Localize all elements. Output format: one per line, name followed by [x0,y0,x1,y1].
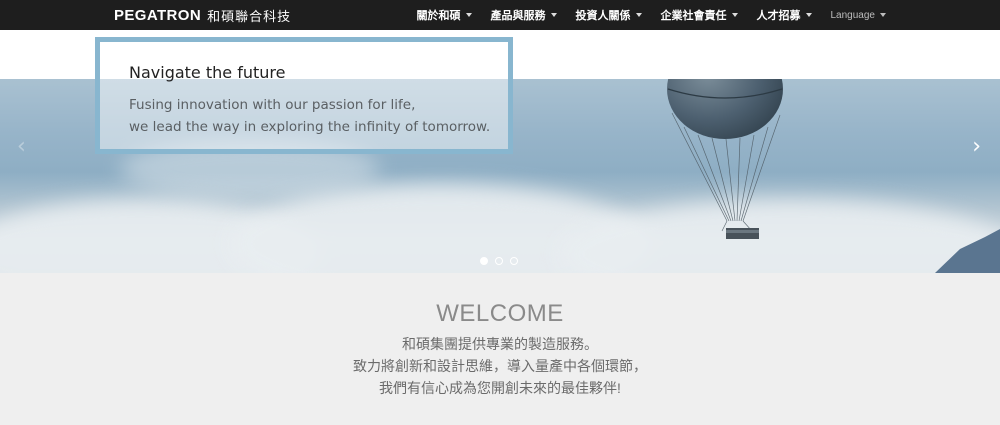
nav-item-careers[interactable]: 人才招募 [757,7,812,23]
language-dropdown[interactable]: Language [830,9,886,21]
nav-item-label: 產品與服務 [490,10,546,22]
nav-item-investors[interactable]: 投資人關係 [576,7,642,23]
caret-down-icon [465,13,472,17]
hero-title: Navigate the future [129,63,286,82]
hero-caption-box: Navigate the future Fusing innovation wi… [95,37,513,154]
carousel-dot-3[interactable] [510,257,518,265]
carousel-indicators [480,257,525,265]
carousel-prev-arrow[interactable]: ‹ [17,134,26,159]
caret-down-icon [635,13,642,17]
welcome-text-line-2: 致力將創新和設計思維，導入量產中各個環節， [353,358,647,374]
main-menu: 關於和碩 產品與服務 投資人關係 企業社會責任 人才招募 Language [398,0,886,30]
carousel-next-arrow[interactable]: › [972,134,981,159]
carousel-dot-2[interactable] [495,257,503,265]
caret-down-icon [880,13,886,17]
caret-down-icon [805,13,812,17]
nav-item-label: 企業社會責任 [660,10,727,22]
logo-cjk-text: 和碩聯合科技 [207,9,292,25]
nav-item-label: 關於和碩 [416,10,461,22]
pegatron-logo[interactable]: PEGATRON 和碩聯合科技 [114,5,291,25]
top-navbar: PEGATRON 和碩聯合科技 關於和碩 產品與服務 投資人關係 企業社會責任 … [0,0,1000,30]
nav-item-about[interactable]: 關於和碩 [417,7,472,23]
welcome-text-line-1: 和碩集團提供專業的製造服務。 [402,336,598,352]
nav-item-csr[interactable]: 企業社會責任 [661,7,738,23]
logo-latin-text: PEGATRON [114,6,202,24]
nav-item-products[interactable]: 產品與服務 [491,7,557,23]
carousel-dot-1[interactable] [480,257,488,265]
caret-down-icon [731,13,738,17]
caret-down-icon [550,13,557,17]
language-label: Language [830,9,876,21]
hero-subtitle-line-2: we lead the way in exploring the infinit… [129,119,491,135]
nav-item-label: 人才招募 [756,10,801,22]
welcome-heading: WELCOME [436,300,564,327]
welcome-text-line-3: 我們有信心成為您開創未來的最佳夥伴! [379,380,621,396]
nav-item-label: 投資人關係 [575,10,631,22]
hero-subtitle-line-1: Fusing innovation with our passion for l… [129,97,416,113]
